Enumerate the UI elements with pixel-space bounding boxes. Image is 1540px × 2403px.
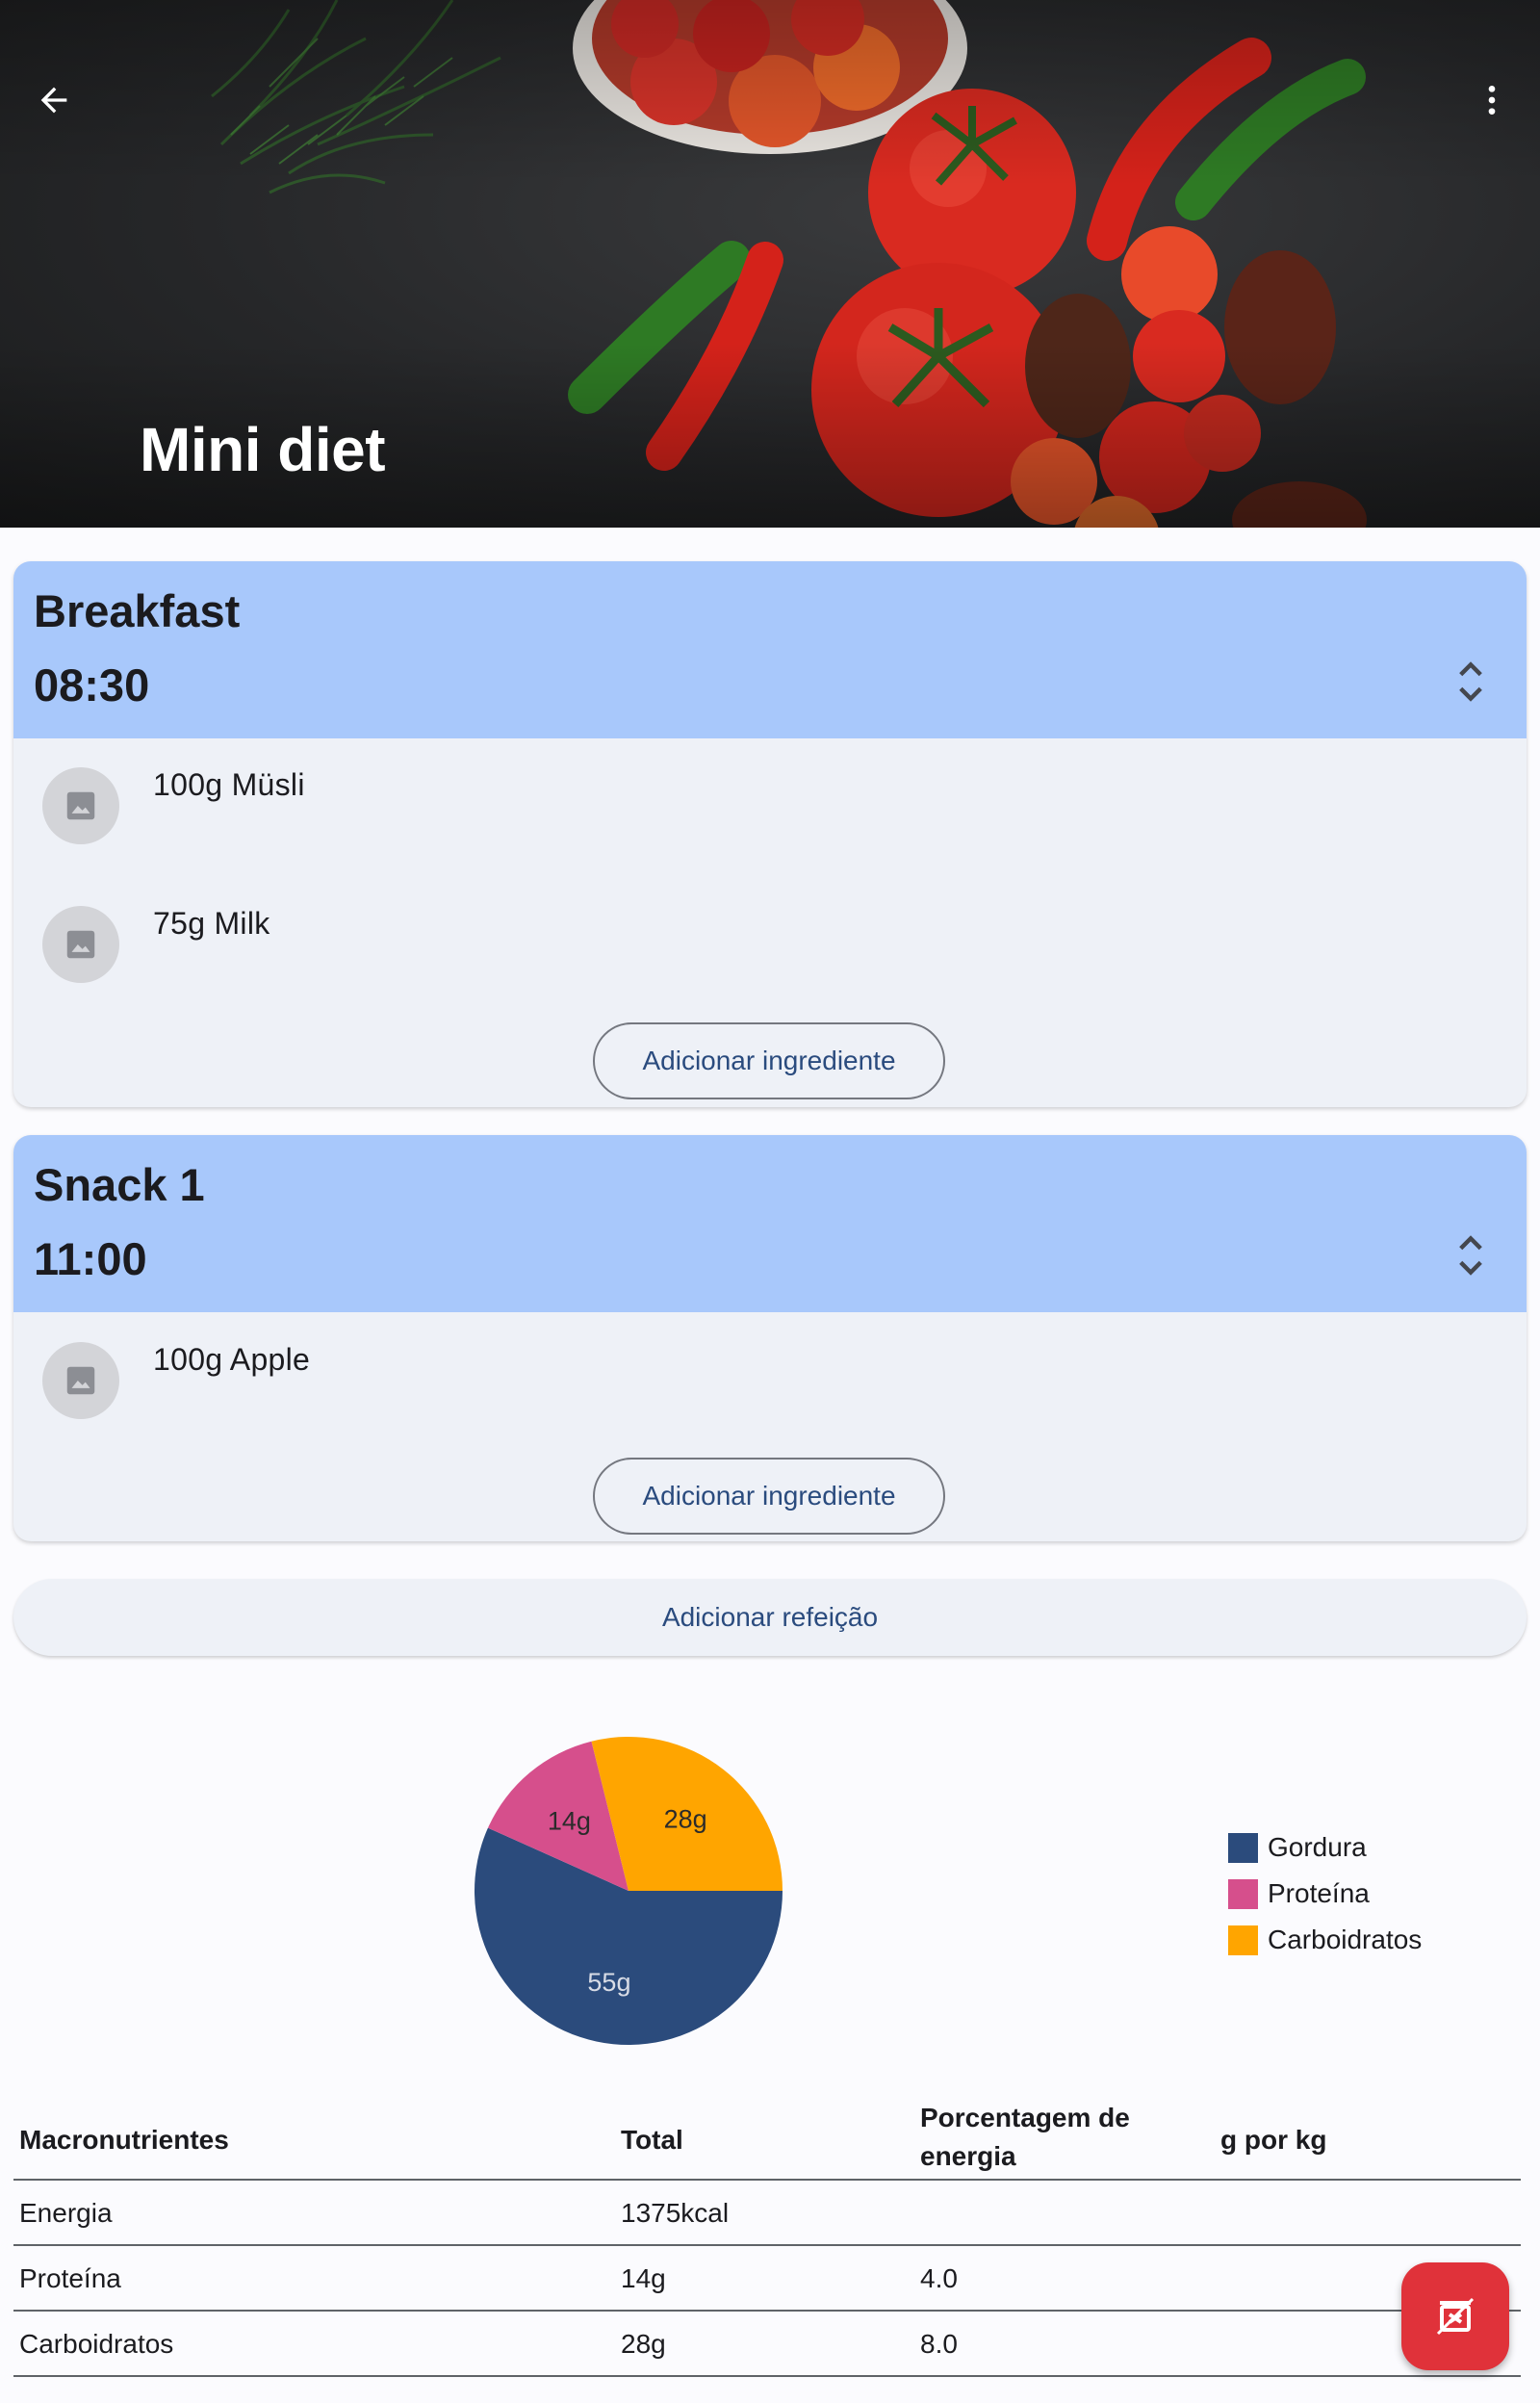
ingredient-item[interactable]: 75g Milk <box>42 892 270 983</box>
chart-legend: Gordura Proteína Carboidratos <box>1228 1824 1422 1963</box>
table-cell: 28g <box>621 2329 666 2359</box>
table-cell: 8.0 <box>920 2329 958 2359</box>
table-row: Energia 1375kcal <box>13 2181 1521 2246</box>
table-cell: 14g <box>621 2263 666 2293</box>
add-ingredient-button[interactable]: Adicionar ingrediente <box>593 1022 945 1099</box>
meal-name: Breakfast <box>34 585 241 636</box>
image-icon <box>66 791 95 820</box>
table-cell: Proteína <box>19 2263 121 2293</box>
log-meal-icon <box>1436 2297 1475 2336</box>
image-icon <box>66 930 95 959</box>
legend-label: Gordura <box>1268 1832 1367 1862</box>
table-row: Carboidratos 28g 8.0 <box>13 2312 1521 2377</box>
ingredient-label: 75g Milk <box>153 906 270 941</box>
unfold-more-icon[interactable] <box>1453 1231 1488 1279</box>
legend-swatch <box>1228 1925 1258 1955</box>
add-ingredient-button[interactable]: Adicionar ingrediente <box>593 1458 945 1535</box>
arrow-left-icon <box>40 87 67 114</box>
more-vert-icon <box>1488 86 1496 115</box>
pie-slice-label: 55g <box>587 1968 630 1997</box>
table-cell: Energia <box>19 2198 113 2228</box>
table-row: Proteína 14g 4.0 <box>13 2246 1521 2312</box>
legend-item-gordura: Gordura <box>1228 1824 1422 1871</box>
ingredient-image-placeholder <box>42 1342 119 1419</box>
unfold-more-icon[interactable] <box>1453 658 1488 706</box>
page-title: Mini diet <box>140 415 386 484</box>
column-header: Macronutrientes <box>19 2125 229 2155</box>
legend-label: Carboidratos <box>1268 1925 1423 1954</box>
pie-slice-label: 28g <box>664 1804 707 1833</box>
ingredient-image-placeholder <box>42 906 119 983</box>
macronutrients-table: Macronutrientes Total Porcentagem de ene… <box>13 2099 1521 2377</box>
meal-header[interactable]: Snack 1 11:00 <box>13 1135 1527 1312</box>
meal-time: 11:00 <box>34 1233 147 1284</box>
back-button[interactable] <box>15 62 92 139</box>
more-options-button[interactable] <box>1453 62 1530 139</box>
legend-swatch <box>1228 1832 1258 1863</box>
ingredient-item[interactable]: 100g Apple <box>42 1329 311 1419</box>
ingredient-image-placeholder <box>42 767 119 844</box>
legend-item-carboidratos: Carboidratos <box>1228 1917 1422 1963</box>
table-header: Macronutrientes Total Porcentagem de ene… <box>13 2099 1521 2181</box>
add-meal-button[interactable]: Adicionar refeição <box>13 1579 1527 1656</box>
table-cell: 4.0 <box>920 2263 958 2293</box>
legend-item-proteina: Proteína <box>1228 1871 1422 1917</box>
table-cell: 1375kcal <box>621 2198 730 2228</box>
meal-card-snack: Snack 1 11:00 100g Apple Adicionar ingre… <box>13 1135 1527 1541</box>
meal-card-breakfast: Breakfast 08:30 100g Müsli 75g Milk Adic… <box>13 561 1527 1107</box>
meal-name: Snack 1 <box>34 1159 205 1210</box>
legend-label: Proteína <box>1268 1878 1370 1908</box>
ingredient-label: 100g Apple <box>153 1342 311 1377</box>
ingredient-label: 100g Müsli <box>153 767 305 802</box>
image-icon <box>66 1366 95 1395</box>
column-header: Porcentagem de energia <box>920 2103 1130 2171</box>
log-meal-fab[interactable] <box>1401 2262 1509 2370</box>
meal-time: 08:30 <box>34 659 150 711</box>
table-cell: Carboidratos <box>19 2329 174 2359</box>
ingredient-item[interactable]: 100g Müsli <box>42 754 305 844</box>
pie-slice-label: 14g <box>548 1806 591 1835</box>
legend-swatch <box>1228 1878 1258 1909</box>
column-header: Total <box>621 2125 683 2155</box>
column-header: g por kg <box>1220 2125 1327 2155</box>
meal-header[interactable]: Breakfast 08:30 <box>13 561 1527 738</box>
